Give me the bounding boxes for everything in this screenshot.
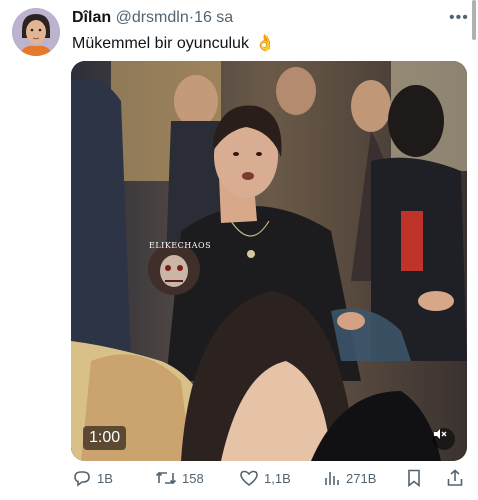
- tweet-actions: 1B 158 1,1B 271B: [72, 468, 468, 492]
- video-frame: [71, 61, 467, 461]
- scrollbar[interactable]: [472, 0, 476, 40]
- bookmark-button[interactable]: [405, 468, 423, 488]
- retweet-icon: [155, 471, 177, 485]
- avatar-image: [12, 8, 60, 56]
- display-name[interactable]: Dîlan: [72, 9, 111, 26]
- ok-hand-icon: 👌: [254, 35, 275, 52]
- tweet-header: Dîlan @drsmdln·16 sa: [72, 9, 233, 27]
- video-player[interactable]: ELIKECHAOS 1:00: [71, 61, 467, 461]
- tweet-text: Mükemmel bir oyunculuk 👌: [72, 33, 275, 53]
- video-duration: 1:00: [83, 426, 127, 450]
- like-icon: [240, 470, 258, 487]
- bookmark-icon: [408, 469, 420, 488]
- speaker-muted-icon[interactable]: [433, 428, 455, 450]
- reply-count: 1B: [97, 470, 113, 486]
- view-count: 271B: [346, 470, 377, 486]
- tweet-text-content: Mükemmel bir oyunculuk: [72, 35, 249, 52]
- share-button[interactable]: [446, 468, 464, 488]
- avatar[interactable]: [12, 8, 60, 56]
- views-button[interactable]: 271B: [323, 468, 376, 488]
- views-icon: [325, 472, 339, 485]
- more-icon[interactable]: •••: [449, 9, 469, 27]
- reply-icon: [74, 471, 90, 487]
- retweet-button[interactable]: 158: [155, 468, 204, 488]
- like-count: 1,1B: [264, 470, 291, 486]
- user-handle[interactable]: @drsmdln: [116, 9, 189, 26]
- retweet-count: 158: [182, 470, 204, 486]
- reply-button[interactable]: 1B: [72, 468, 113, 488]
- share-icon: [447, 469, 463, 486]
- timestamp[interactable]: 16 sa: [194, 9, 233, 26]
- video-watermark: ELIKECHAOS: [149, 241, 212, 250]
- mute-glyph: [434, 429, 447, 439]
- like-button[interactable]: 1,1B: [239, 468, 291, 488]
